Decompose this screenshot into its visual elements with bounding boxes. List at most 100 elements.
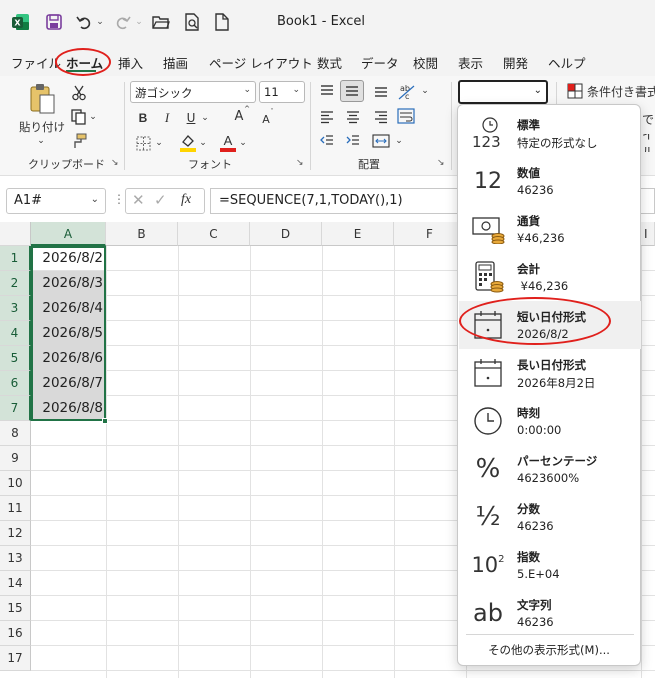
tab-data[interactable]: データ [361, 53, 399, 72]
font-launcher-icon[interactable]: ↘ [296, 158, 304, 168]
format-option-long-date[interactable]: 長い日付形式 2026年8月2日 [459, 349, 641, 397]
align-left-icon[interactable] [318, 108, 336, 126]
row-header[interactable]: 6 [0, 371, 31, 396]
alignment-launcher-icon[interactable]: ↘ [437, 158, 445, 168]
align-top-icon[interactable] [318, 82, 336, 100]
align-right-icon[interactable] [372, 108, 390, 126]
format-option-time[interactable]: 時刻 0:00:00 [459, 397, 641, 445]
row-header[interactable]: 15 [0, 596, 31, 621]
clipboard-launcher-icon[interactable]: ↘ [111, 158, 119, 168]
increase-indent-icon[interactable] [344, 132, 362, 150]
tab-formulas[interactable]: 数式 [317, 53, 342, 72]
orientation-dropdown-icon[interactable]: ⌄ [420, 84, 430, 98]
borders-icon[interactable] [134, 134, 152, 152]
print-preview-icon[interactable] [182, 12, 202, 32]
fill-handle[interactable] [102, 418, 108, 424]
new-document-icon[interactable] [212, 12, 232, 32]
format-as-table-label-partial[interactable]: で [642, 110, 655, 128]
row-header[interactable]: 10 [0, 471, 31, 496]
chevron-down-icon[interactable]: ⌄ [534, 85, 542, 96]
name-box[interactable]: A1# ⌄ [6, 188, 106, 214]
tab-file[interactable]: ファイル [11, 53, 61, 72]
format-painter-icon[interactable] [70, 132, 88, 150]
paste-button-label[interactable]: 貼り付け [18, 118, 66, 136]
row-header[interactable]: 2 [0, 271, 31, 296]
undo-icon[interactable] [74, 12, 94, 32]
wrap-text-icon[interactable] [396, 106, 416, 126]
tab-help[interactable]: ヘルプ [548, 53, 586, 72]
formula-bar-grip-icon[interactable]: ⋮ [113, 192, 125, 206]
merge-center-icon[interactable] [370, 132, 392, 150]
column-header-e[interactable]: E [322, 222, 394, 246]
chevron-down-icon[interactable]: ⌄ [243, 85, 251, 95]
copy-icon[interactable] [70, 108, 88, 126]
underline-dropdown-icon[interactable]: ⌄ [200, 110, 210, 126]
open-folder-icon[interactable] [151, 12, 171, 32]
copy-dropdown-icon[interactable]: ⌄ [88, 110, 98, 124]
undo-dropdown-icon[interactable]: ⌄ [95, 12, 105, 32]
insert-function-fx-button[interactable]: fx [181, 192, 191, 208]
align-middle-icon[interactable] [340, 80, 364, 102]
font-name-combo[interactable]: 游ゴシック ⌄ [130, 81, 256, 103]
underline-button[interactable]: U [182, 108, 200, 128]
format-option-percentage[interactable]: % パーセンテージ 4623600% [459, 445, 641, 493]
tab-insert[interactable]: 挿入 [118, 53, 143, 72]
tab-review[interactable]: 校閲 [413, 53, 438, 72]
row-header[interactable]: 9 [0, 446, 31, 471]
row-header[interactable]: 1 [0, 246, 31, 271]
conditional-formatting-label[interactable]: 条件付き書式 [587, 82, 655, 100]
bold-button[interactable]: B [134, 108, 152, 128]
tab-view[interactable]: 表示 [458, 53, 483, 72]
save-icon[interactable] [44, 12, 64, 32]
select-all-corner[interactable] [0, 222, 31, 246]
text-orientation-icon[interactable]: ab c [396, 80, 418, 102]
row-header[interactable]: 14 [0, 571, 31, 596]
borders-dropdown-icon[interactable]: ⌄ [154, 136, 164, 150]
row-header[interactable]: 7 [0, 396, 31, 421]
number-format-combo[interactable]: ⌄ [458, 80, 548, 104]
column-header-f[interactable]: F [394, 222, 466, 246]
cell-styles-label-partial[interactable]: イル [642, 134, 655, 152]
paste-icon[interactable] [26, 82, 60, 116]
column-header-c[interactable]: C [178, 222, 250, 246]
chevron-down-icon[interactable]: ⌄ [292, 85, 300, 95]
cut-icon[interactable] [70, 84, 88, 102]
column-header-a[interactable]: A [31, 222, 106, 246]
decrease-indent-icon[interactable] [318, 132, 336, 150]
font-color-icon[interactable]: A [218, 132, 238, 152]
row-header[interactable]: 12 [0, 521, 31, 546]
align-center-icon[interactable] [344, 108, 362, 126]
row-header[interactable]: 4 [0, 321, 31, 346]
italic-button[interactable]: I [158, 108, 176, 128]
format-option-number[interactable]: 12 数値 46236 [459, 157, 641, 205]
fill-color-icon[interactable] [178, 132, 198, 152]
row-header[interactable]: 13 [0, 546, 31, 571]
format-option-fraction[interactable]: ½ 分数 46236 [459, 493, 641, 541]
format-option-text[interactable]: ab 文字列 46236 [459, 589, 641, 637]
chevron-down-icon[interactable]: ⌄ [91, 194, 99, 205]
row-header[interactable]: 8 [0, 421, 31, 446]
tab-developer[interactable]: 開発 [503, 53, 528, 72]
column-header-b[interactable]: B [106, 222, 178, 246]
row-header[interactable]: 17 [0, 646, 31, 671]
row-header[interactable]: 5 [0, 346, 31, 371]
row-header[interactable]: 11 [0, 496, 31, 521]
font-color-dropdown-icon[interactable]: ⌄ [238, 136, 248, 150]
tab-page-layout[interactable]: ページ レイアウト [209, 53, 313, 72]
column-header-i[interactable]: I [641, 222, 655, 246]
row-header[interactable]: 3 [0, 296, 31, 321]
align-bottom-icon[interactable] [372, 82, 390, 100]
tab-draw[interactable]: 描画 [163, 53, 188, 72]
column-header-d[interactable]: D [250, 222, 322, 246]
format-option-scientific[interactable]: 10 2 指数 5.E+04 [459, 541, 641, 589]
format-option-general[interactable]: 123 標準 特定の形式なし [459, 109, 641, 157]
row-header[interactable]: 16 [0, 621, 31, 646]
font-size-combo[interactable]: 11 ⌄ [259, 81, 305, 103]
merge-dropdown-icon[interactable]: ⌄ [394, 134, 404, 148]
fill-color-dropdown-icon[interactable]: ⌄ [198, 136, 208, 150]
paste-dropdown-icon[interactable]: ⌄ [34, 136, 48, 146]
more-number-formats-link[interactable]: その他の表示形式(M)... [458, 642, 640, 658]
format-option-accounting[interactable]: 会計 ¥46,236 [459, 253, 641, 301]
format-option-currency[interactable]: 通貨 ¥46,236 [459, 205, 641, 253]
conditional-formatting-icon[interactable] [566, 82, 584, 100]
